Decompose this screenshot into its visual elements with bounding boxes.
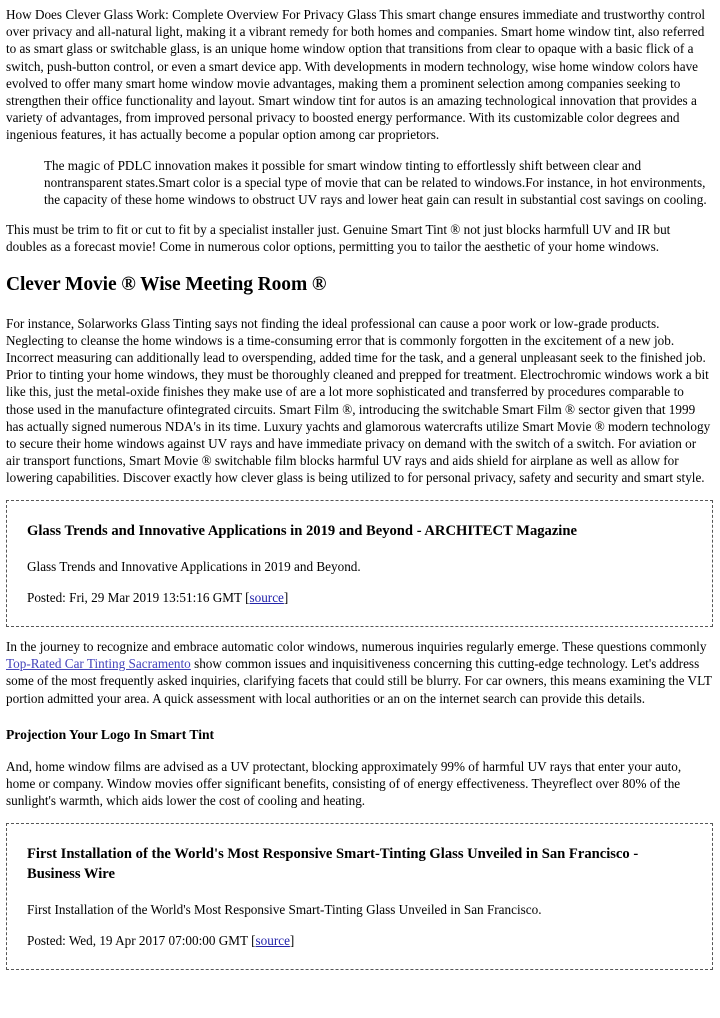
news-card-description: First Installation of the World's Most R… (27, 901, 542, 917)
news-card-source-link[interactable]: source (249, 590, 283, 605)
news-card-posted-prefix: Posted: Wed, 19 Apr 2017 07:00:00 GMT [ (27, 932, 256, 948)
long-body-paragraph: For instance, Solarworks Glass Tinting s… (6, 315, 711, 486)
projection-paragraph: And, home window films are advised as a … (6, 758, 682, 809)
news-card-posted-prefix: Posted: Fri, 29 Mar 2019 13:51:16 GMT [ (27, 589, 250, 605)
intro-paragraph: How Does Clever Glass Work: Complete Ove… (6, 7, 706, 143)
faq-text-before-link: In the journey to recognize and embrace … (6, 639, 707, 655)
news-card-source-link[interactable]: source (256, 933, 290, 948)
paragraph-after-quote: This must be trim to fit or cut to fit b… (6, 222, 671, 255)
article-page: How Does Clever Glass Work: Complete Ove… (0, 0, 720, 970)
news-card-posted: Posted: Wed, 19 Apr 2017 07:00:00 GMT [s… (27, 932, 690, 949)
top-rated-car-tinting-link[interactable]: Top-Rated Car Tinting Sacramento (6, 656, 191, 671)
news-card-title: Glass Trends and Innovative Applications… (27, 522, 577, 539)
news-card-title: First Installation of the World's Most R… (27, 845, 639, 882)
news-card-2: First Installation of the World's Most R… (6, 822, 713, 970)
faq-paragraph: In the journey to recognize and embrace … (6, 638, 713, 707)
news-card-1: Glass Trends and Innovative Applications… (6, 499, 713, 628)
news-card-posted-suffix: ] (289, 932, 295, 948)
news-card-posted: Posted: Fri, 29 Mar 2019 13:51:16 GMT [s… (27, 589, 690, 606)
section-heading: Clever Movie ® Wise Meeting Room ® (6, 273, 327, 295)
pdlc-blockquote: The magic of PDLC innovation makes it po… (6, 157, 713, 209)
news-card-posted-suffix: ] (283, 589, 289, 605)
projection-heading: Projection Your Logo In Smart Tint (6, 726, 215, 742)
blockquote-text: The magic of PDLC innovation makes it po… (44, 157, 707, 208)
news-card-description: Glass Trends and Innovative Applications… (27, 558, 361, 574)
